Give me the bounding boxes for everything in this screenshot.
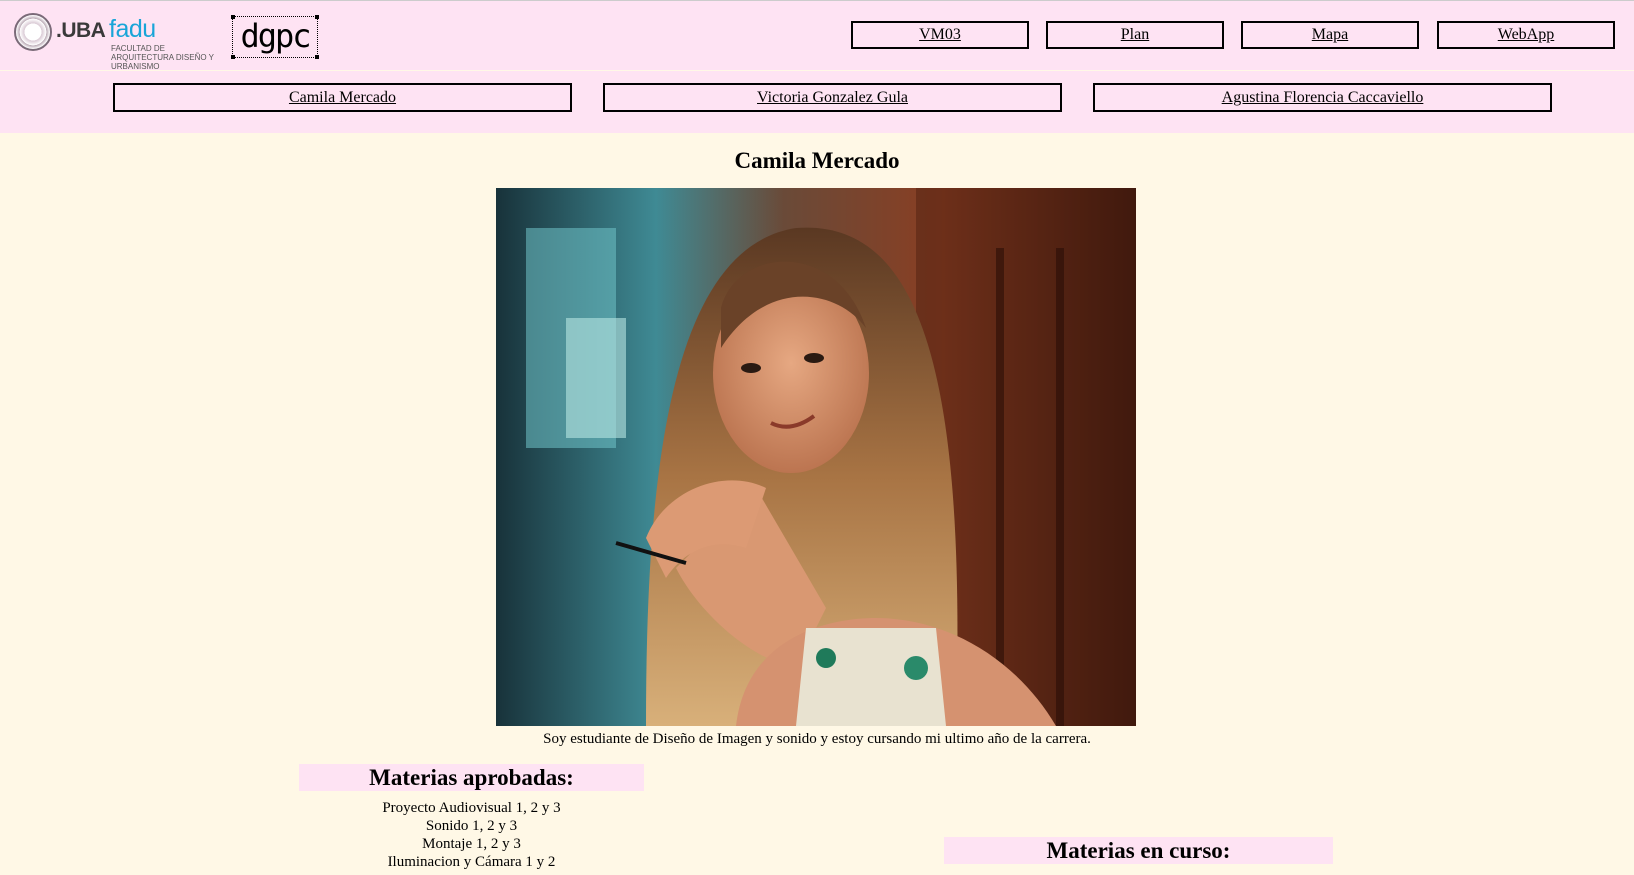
fadu-subtitle: FACULTAD DE ARQUITECTURA DISEÑO Y URBANI… bbox=[111, 44, 214, 71]
current-subjects-title: Materias en curso: bbox=[944, 837, 1333, 864]
member-link-agustina[interactable]: Agustina Florencia Caccaviello bbox=[1093, 83, 1552, 112]
logo-corner bbox=[231, 15, 235, 19]
fadu-logo-text: fadu bbox=[109, 15, 156, 43]
approved-subjects-title: Materias aprobadas: bbox=[299, 764, 644, 791]
nav-webapp-link[interactable]: WebApp bbox=[1437, 21, 1615, 49]
approved-subjects-list: Proyecto Audiovisual 1, 2 y 3 Sonido 1, … bbox=[299, 799, 644, 871]
member-link-camila[interactable]: Camila Mercado bbox=[113, 83, 572, 112]
profile-photo-illustration bbox=[496, 188, 1136, 726]
header-bar: .UBA fadu FACULTAD DE ARQUITECTURA DISEÑ… bbox=[0, 0, 1634, 71]
dgpc-logo[interactable]: dgpc bbox=[231, 15, 319, 59]
uba-seal-icon bbox=[14, 13, 52, 51]
logo-corner bbox=[315, 55, 319, 59]
logo-corner bbox=[315, 15, 319, 19]
nav-plan-link[interactable]: Plan bbox=[1046, 21, 1224, 49]
nav-mapa-link[interactable]: Mapa bbox=[1241, 21, 1419, 49]
list-item: Proyecto Audiovisual 1, 2 y 3 bbox=[382, 800, 561, 816]
logo-corner bbox=[231, 55, 235, 59]
member-link-victoria[interactable]: Victoria Gonzalez Gula bbox=[603, 83, 1062, 112]
members-bar: Camila Mercado Victoria Gonzalez Gula Ag… bbox=[0, 71, 1634, 133]
uba-fadu-logo[interactable]: .UBA fadu FACULTAD DE ARQUITECTURA DISEÑ… bbox=[14, 13, 214, 71]
uba-logo-text: .UBA bbox=[56, 19, 106, 42]
list-item: Iluminacion y Cámara 1 y 2 bbox=[387, 854, 556, 870]
list-item: Sonido 1, 2 y 3 bbox=[425, 818, 518, 834]
profile-photo bbox=[496, 188, 1136, 726]
profile-bio: Soy estudiante de Diseño de Imagen y son… bbox=[543, 731, 1091, 747]
nav-vm03-link[interactable]: VM03 bbox=[851, 21, 1029, 49]
profile-name: Camila Mercado bbox=[734, 148, 900, 173]
list-item: Montaje 1, 2 y 3 bbox=[422, 836, 521, 852]
dgpc-logo-text: dgpc bbox=[240, 17, 311, 55]
